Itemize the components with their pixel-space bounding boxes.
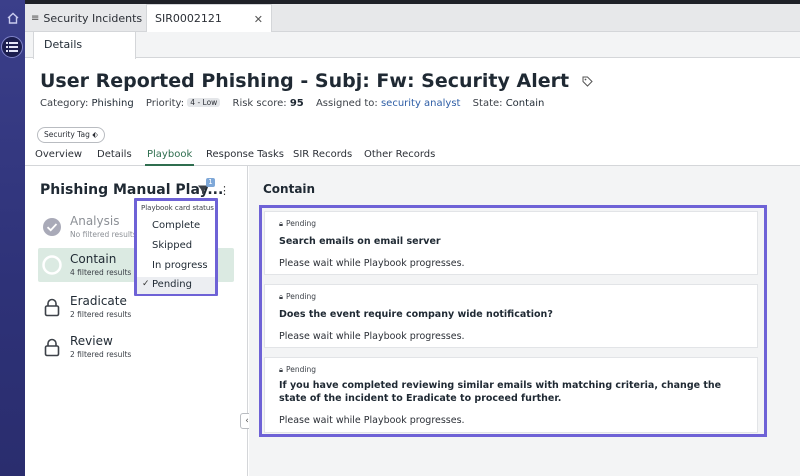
subtab-bar [25,32,800,58]
card-wait-text: Please wait while Playbook progresses. [279,331,465,342]
card-status-label: Pending [286,219,316,228]
home-icon[interactable] [3,8,22,27]
category-value: Phishing [91,98,134,109]
tab-record[interactable]: SIR0002121 ✕ [146,4,272,32]
more-options-icon[interactable]: ⋮ [219,184,230,197]
tab-details-form[interactable]: Details [33,31,136,59]
stage-name: Analysis [70,214,120,228]
record-meta: Category: Phishing Priority: 4 - Low Ris… [40,98,553,109]
category-label: Category: [40,98,89,109]
close-icon[interactable]: ✕ [254,13,263,26]
filter-count-badge: 1 [206,178,215,187]
playbook-title: Phishing Manual Play... [40,182,224,198]
stage-sub: 4 filtered results [70,268,132,277]
stage-heading: Contain [263,182,316,196]
checkmark-icon: ✓ [142,279,150,289]
record-tabs: Overview Details Playbook Response Tasks… [25,146,800,166]
stage-name: Contain [70,252,117,266]
option-complete[interactable]: Complete [137,218,215,235]
option-pending[interactable]: ✓ Pending [137,277,215,294]
playbook-card[interactable]: 🔒︎ Pending Search emails on email server … [264,211,758,275]
assigned-link[interactable]: security analyst [381,98,461,109]
priority-label: Priority: [145,98,185,109]
security-tag[interactable]: Security Tag ⬖ [37,127,106,143]
option-label: Pending [152,279,192,290]
card-title: If you have completed reviewing similar … [279,380,722,404]
dropdown-header: Playbook card status [141,204,214,212]
stage-review[interactable]: Review 2 filtered results [38,330,234,364]
priority-badge: 4 - Low [187,98,221,107]
stage-sub: 2 filtered results [70,350,132,359]
check-circle-icon [42,217,62,237]
tab-playbook[interactable]: Playbook [144,149,195,166]
card-status-dropdown: Playbook card status Complete Skipped In… [134,198,218,296]
card-status-label: Pending [286,365,316,374]
list-menu-icon[interactable] [1,36,23,58]
option-label: Skipped [152,240,193,251]
card-status: 🔒︎ Pending [279,292,316,302]
page-title: User Reported Phishing - Subj: Fw: Secur… [40,70,593,92]
risk-label: Risk score: [232,98,287,109]
tab-details[interactable]: Details [97,149,132,160]
tab-overview[interactable]: Overview [35,149,82,160]
stage-name: Eradicate [70,294,127,308]
stage-sub: 2 filtered results [70,310,132,319]
card-wait-text: Please wait while Playbook progresses. [279,258,465,269]
card-title: Does the event require company wide noti… [279,309,553,320]
tab-sir-records[interactable]: SIR Records [293,149,352,160]
lock-icon [42,297,62,317]
tab-other-records[interactable]: Other Records [364,149,435,160]
playbook-card[interactable]: 🔒︎ Pending Does the event require company… [264,284,758,348]
option-label: Complete [152,220,201,231]
tab-security-incidents[interactable]: ≡ Security Incidents [29,4,145,32]
card-status: 🔒︎ Pending [279,365,316,375]
stage-sub: No filtered results [70,230,137,239]
app-rail [0,0,25,476]
page-title-text: User Reported Phishing - Subj: Fw: Secur… [40,70,570,92]
card-wait-text: Please wait while Playbook progresses. [279,415,465,426]
tag-icon: ⬖ [92,130,99,139]
card-status-label: Pending [286,292,316,301]
tag-icon[interactable] [582,76,593,90]
option-skipped[interactable]: Skipped [137,238,215,255]
option-in-progress[interactable]: In progress [137,258,215,275]
lock-icon: 🔒︎ [279,365,283,374]
tab-security-incidents-label: Security Incidents [43,11,143,25]
list-icon: ≡ [31,12,40,24]
card-status: 🔒︎ Pending [279,219,316,229]
tab-record-label: SIR0002121 [155,12,222,25]
lock-icon [42,337,62,357]
assigned-label: Assigned to: [315,98,378,109]
tab-details-form-label: Details [44,38,83,51]
risk-value: 95 [289,98,304,109]
lock-icon: 🔒︎ [279,219,283,228]
stage-name: Review [70,334,113,348]
state-value: Contain [505,98,545,109]
lock-icon: 🔒︎ [279,292,283,301]
tab-response-tasks[interactable]: Response Tasks [206,149,284,160]
option-label: In progress [152,260,208,271]
security-tag-label: Security Tag [44,130,90,139]
progress-circle-icon [42,255,62,275]
playbook-card[interactable]: 🔒︎ Pending If you have completed reviewin… [264,357,758,433]
state-label: State: [472,98,503,109]
card-title: Search emails on email server [279,236,441,247]
